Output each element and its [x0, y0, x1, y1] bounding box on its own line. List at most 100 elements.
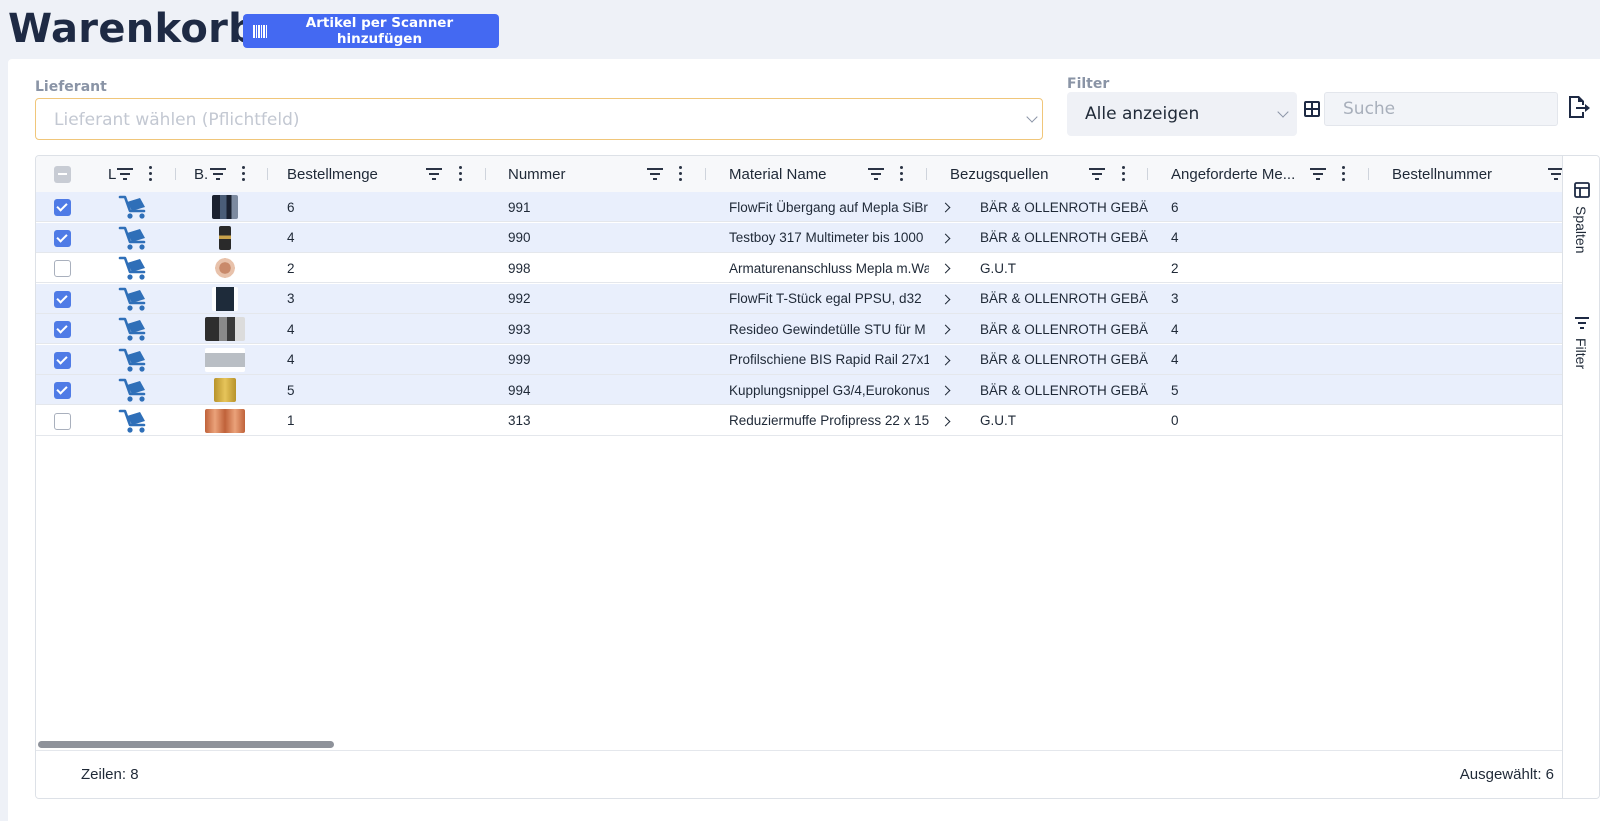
table-row[interactable]: 6 991 FlowFit Übergang auf Mepla SiBr BÄR &…: [36, 192, 1562, 222]
cell-bestellnummer[interactable]: [1392, 284, 1552, 314]
column-header-angeforderte[interactable]: Angeforderte Me...: [1171, 156, 1295, 192]
filter-icon[interactable]: [426, 168, 442, 180]
cell-bezugsquelle[interactable]: BÄR & OLLENROTH GEBÄU: [980, 223, 1148, 253]
row-checkbox[interactable]: [54, 321, 71, 338]
cart-icon[interactable]: [118, 225, 148, 251]
cell-bezugsquelle[interactable]: BÄR & OLLENROTH GEBÄU: [980, 314, 1148, 344]
cell-bezugsquelle[interactable]: G.U.T: [980, 253, 1148, 283]
columns-panel-tab[interactable]: Spalten: [1563, 182, 1599, 272]
column-menu-icon[interactable]: [149, 166, 153, 182]
row-checkbox[interactable]: [54, 290, 71, 308]
cell-nummer[interactable]: 992: [508, 284, 708, 314]
cart-icon[interactable]: [118, 347, 148, 373]
cart-icon[interactable]: [118, 194, 148, 220]
expand-chevron-icon[interactable]: [940, 355, 951, 365]
column-header-material-name[interactable]: Material Name: [729, 156, 827, 192]
cart-icon[interactable]: [118, 377, 148, 403]
cell-nummer[interactable]: 994: [508, 375, 708, 405]
supplier-select[interactable]: Lieferant wählen (Pflichtfeld): [35, 98, 1043, 140]
cell-bezugsquelle[interactable]: BÄR & OLLENROTH GEBÄU: [980, 284, 1148, 314]
cell-bestellnummer[interactable]: [1392, 345, 1552, 375]
cell-bezugsquelle[interactable]: BÄR & OLLENROTH GEBÄU: [980, 375, 1148, 405]
filter-icon[interactable]: [1310, 168, 1326, 180]
table-row[interactable]: 4 999 Profilschiene BIS Rapid Rail 27x1 BÄR…: [36, 344, 1562, 375]
cell-material-name[interactable]: Kupplungsnippel G3/4,Eurokonus: [729, 375, 929, 405]
cell-bezugsquelle[interactable]: BÄR & OLLENROTH GEBÄU: [980, 345, 1148, 375]
filter-icon[interactable]: [868, 168, 884, 180]
table-row[interactable]: 4 990 Testboy 317 Multimeter bis 1000 BÄR &…: [36, 222, 1562, 253]
cell-material-name[interactable]: FlowFit T-Stück egal PPSU, d32: [729, 284, 929, 314]
cell-material-name[interactable]: Armaturenanschluss Mepla m.Wa: [729, 253, 929, 283]
filter-icon[interactable]: [647, 168, 663, 180]
cell-bestellmenge[interactable]: 4: [287, 314, 487, 344]
cell-angeforderte[interactable]: 4: [1171, 223, 1371, 253]
column-menu-icon[interactable]: [900, 166, 904, 182]
cell-nummer[interactable]: 991: [508, 192, 708, 222]
expand-chevron-icon[interactable]: [940, 263, 951, 274]
cell-bestellnummer[interactable]: [1392, 192, 1552, 222]
column-menu-icon[interactable]: [1342, 166, 1346, 182]
cell-angeforderte[interactable]: 0: [1171, 406, 1371, 436]
expand-chevron-icon[interactable]: [940, 233, 951, 243]
row-checkbox[interactable]: [54, 382, 71, 399]
cell-material-name[interactable]: Resideo Gewindetülle STU für M: [729, 314, 929, 344]
cell-bestellnummer[interactable]: [1392, 253, 1552, 283]
cell-material-name[interactable]: FlowFit Übergang auf Mepla SiBr: [729, 192, 929, 222]
column-menu-icon[interactable]: [242, 166, 246, 182]
filter-panel-tab[interactable]: Filter: [1563, 316, 1599, 396]
row-checkbox[interactable]: [54, 412, 71, 430]
search-input[interactable]: [1324, 92, 1558, 126]
cell-angeforderte[interactable]: 4: [1171, 345, 1371, 375]
cell-material-name[interactable]: Testboy 317 Multimeter bis 1000: [729, 223, 929, 253]
cell-bestellnummer[interactable]: [1392, 314, 1552, 344]
column-header-bestellmenge[interactable]: Bestellmenge: [287, 156, 378, 192]
cell-nummer[interactable]: 993: [508, 314, 708, 344]
column-menu-icon[interactable]: [459, 166, 463, 182]
expand-chevron-icon[interactable]: [940, 294, 951, 304]
cart-icon[interactable]: [118, 408, 148, 434]
expand-chevron-icon[interactable]: [940, 324, 951, 335]
row-checkbox[interactable]: [54, 260, 71, 277]
grid-view-icon[interactable]: [1304, 101, 1320, 117]
cell-nummer[interactable]: 313: [508, 406, 708, 436]
cell-bestellnummer[interactable]: [1392, 223, 1552, 253]
cell-bestellnummer[interactable]: [1392, 406, 1552, 436]
column-header-bestellnummer[interactable]: Bestellnummer: [1392, 156, 1492, 192]
cell-nummer[interactable]: 999: [508, 345, 708, 375]
row-checkbox[interactable]: [54, 199, 71, 216]
expand-chevron-icon[interactable]: [940, 416, 951, 426]
filter-icon[interactable]: [1089, 168, 1105, 180]
cell-bestellmenge[interactable]: 3: [287, 284, 487, 314]
cell-bestellmenge[interactable]: 4: [287, 223, 487, 253]
cart-icon[interactable]: [118, 286, 148, 312]
cell-angeforderte[interactable]: 2: [1171, 253, 1371, 283]
filter-icon[interactable]: [210, 168, 226, 180]
cell-bestellmenge[interactable]: 2: [287, 253, 487, 283]
table-row[interactable]: 3 992 FlowFit T-Stück egal PPSU, d32 BÄR & …: [36, 283, 1562, 314]
horizontal-scrollbar[interactable]: [38, 741, 334, 748]
table-row[interactable]: 1 313 Reduziermuffe Profipress 22 x 15 G.U.…: [36, 406, 1562, 436]
cell-bestellmenge[interactable]: 5: [287, 375, 487, 405]
cell-material-name[interactable]: Reduziermuffe Profipress 22 x 15: [729, 406, 929, 436]
table-row[interactable]: 4 993 Resideo Gewindetülle STU für M BÄR & …: [36, 314, 1562, 344]
select-all-checkbox[interactable]: [54, 166, 71, 183]
column-header-l[interactable]: L: [108, 156, 116, 192]
cell-bestellmenge[interactable]: 4: [287, 345, 487, 375]
column-menu-icon[interactable]: [1122, 166, 1126, 182]
table-row[interactable]: 2 998 Armaturenanschluss Mepla m.Wa G.U.T 2: [36, 253, 1562, 283]
column-header-nummer[interactable]: Nummer: [508, 156, 566, 192]
filter-select[interactable]: Alle anzeigen: [1067, 92, 1297, 136]
cell-bezugsquelle[interactable]: BÄR & OLLENROTH GEBÄU: [980, 192, 1148, 222]
column-header-bezugsquellen[interactable]: Bezugsquellen: [950, 156, 1048, 192]
export-icon[interactable]: [1566, 94, 1590, 120]
cell-angeforderte[interactable]: 6: [1171, 192, 1371, 222]
cell-material-name[interactable]: Profilschiene BIS Rapid Rail 27x1: [729, 345, 929, 375]
cell-angeforderte[interactable]: 4: [1171, 314, 1371, 344]
row-checkbox[interactable]: [54, 351, 71, 369]
cell-nummer[interactable]: 990: [508, 223, 708, 253]
add-by-scanner-button[interactable]: Artikel per Scanner hinzufügen: [243, 14, 499, 48]
cart-icon[interactable]: [118, 316, 148, 342]
cell-bestellmenge[interactable]: 6: [287, 192, 487, 222]
cell-bezugsquelle[interactable]: G.U.T: [980, 406, 1148, 436]
cell-angeforderte[interactable]: 3: [1171, 284, 1371, 314]
